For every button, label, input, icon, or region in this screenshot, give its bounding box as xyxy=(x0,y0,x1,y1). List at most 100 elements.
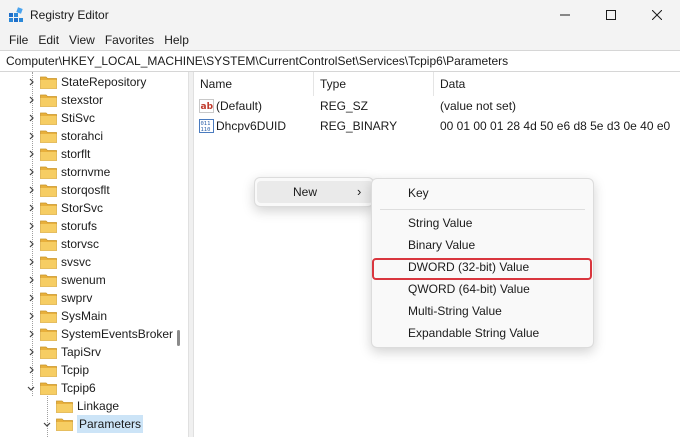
submenu-qword-value[interactable]: QWORD (64-bit) Value xyxy=(408,278,530,300)
submenu-key[interactable]: Key xyxy=(408,182,429,204)
tree-item-swenum[interactable]: swenum xyxy=(26,271,106,289)
value-row[interactable]: 011 110 Dhcpv6DUID REG_BINARY 00 01 00 0… xyxy=(194,116,680,136)
value-row[interactable]: ab (Default) REG_SZ (value not set) xyxy=(194,96,680,116)
tree-item-tcpip[interactable]: Tcpip xyxy=(26,361,89,379)
tree-item-systemeventsbroker[interactable]: SystemEventsBroker xyxy=(26,325,173,343)
submenu-multi-string-value[interactable]: Multi-String Value xyxy=(408,300,502,322)
tree-expander[interactable] xyxy=(26,145,36,163)
chevron-right-icon: › xyxy=(357,184,362,199)
value-name: (Default) xyxy=(216,99,263,113)
string-value-icon: ab xyxy=(199,99,214,113)
tree-expander[interactable] xyxy=(26,379,36,397)
tree-item-storflt[interactable]: storflt xyxy=(26,145,90,163)
tree-item-stornvme[interactable]: stornvme xyxy=(26,163,110,181)
column-header-type[interactable]: Type xyxy=(314,72,434,96)
context-menu: New › xyxy=(254,177,374,207)
tree-expander[interactable] xyxy=(26,181,36,199)
tree-expander[interactable] xyxy=(26,361,36,379)
tree-expander[interactable] xyxy=(26,289,36,307)
tree-item-label: Tcpip xyxy=(61,363,90,377)
chevron-right-icon xyxy=(29,186,34,194)
menu-file[interactable]: File xyxy=(4,30,33,50)
tree-expander[interactable] xyxy=(26,109,36,127)
tree-item-label: Linkage xyxy=(77,399,120,413)
chevron-right-icon xyxy=(29,348,34,356)
tree-item-linkage[interactable]: Linkage xyxy=(42,397,119,415)
maximize-button[interactable] xyxy=(588,0,634,30)
tree-item-label: StorSvc xyxy=(61,201,104,215)
tree-item-tcpip6[interactable]: Tcpip6 xyxy=(26,379,96,397)
tree-expander[interactable] xyxy=(26,253,36,271)
tree-item-sysmain[interactable]: SysMain xyxy=(26,307,107,325)
tree-expander[interactable] xyxy=(26,343,36,361)
chevron-right-icon xyxy=(29,78,34,86)
tree-item-label: swenum xyxy=(61,273,106,287)
close-button[interactable] xyxy=(634,0,680,30)
key-tree[interactable]: StateRepository stexstor StiSvc storahci sto… xyxy=(0,72,188,437)
tree-expander[interactable] xyxy=(26,307,36,325)
folder-icon xyxy=(40,112,57,125)
tree-item-label: svsvc xyxy=(61,255,91,269)
column-header-name[interactable]: Name xyxy=(194,72,314,96)
tree-item-stexstor[interactable]: stexstor xyxy=(26,91,103,109)
tree-item-storahci[interactable]: storahci xyxy=(26,127,103,145)
tree-expander[interactable] xyxy=(26,325,36,343)
folder-icon xyxy=(40,292,57,305)
tree-item-storvsc[interactable]: storvsc xyxy=(26,235,99,253)
column-header-data[interactable]: Data xyxy=(434,72,680,96)
menu-favorites[interactable]: Favorites xyxy=(100,30,159,50)
folder-icon xyxy=(40,184,57,197)
tree-scrollbar-thumb[interactable] xyxy=(177,330,180,346)
binary-value-icon: 011 110 xyxy=(199,119,214,133)
folder-icon xyxy=(40,238,57,251)
folder-icon xyxy=(40,274,57,287)
tree-item-swprv[interactable]: swprv xyxy=(26,289,92,307)
value-type: REG_SZ xyxy=(320,99,369,113)
context-menu-new[interactable]: New › xyxy=(257,181,373,203)
tree-expander[interactable] xyxy=(26,271,36,289)
tree-expander[interactable] xyxy=(42,415,52,433)
submenu-expandable-string-value[interactable]: Expandable String Value xyxy=(408,322,539,344)
tree-expander[interactable] xyxy=(26,91,36,109)
window-title: Registry Editor xyxy=(30,8,109,22)
chevron-down-icon xyxy=(27,386,35,391)
tree-item-svsvc[interactable]: svsvc xyxy=(26,253,91,271)
tree-item-label: swprv xyxy=(61,291,93,305)
address-path[interactable]: Computer\HKEY_LOCAL_MACHINE\SYSTEM\Curre… xyxy=(6,54,508,68)
tree-item-label: Tcpip6 xyxy=(61,381,96,395)
tree-expander[interactable] xyxy=(26,73,36,91)
tree-item-storsvc[interactable]: StorSvc xyxy=(26,199,103,217)
tree-item-tapisrv[interactable]: TapiSrv xyxy=(26,343,101,361)
chevron-right-icon xyxy=(29,168,34,176)
menu-view[interactable]: View xyxy=(64,30,100,50)
tree-item-staterepository[interactable]: StateRepository xyxy=(26,73,146,91)
tree-item-label: storufs xyxy=(61,219,98,233)
submenu-string-value[interactable]: String Value xyxy=(408,212,472,234)
chevron-right-icon xyxy=(29,204,34,212)
chevron-right-icon xyxy=(29,222,34,230)
minimize-icon xyxy=(560,14,570,16)
menu-edit[interactable]: Edit xyxy=(33,30,64,50)
tree-expander[interactable] xyxy=(26,163,36,181)
tree-item-stisvc[interactable]: StiSvc xyxy=(26,109,95,127)
maximize-icon xyxy=(606,10,616,20)
folder-icon xyxy=(40,328,57,341)
tree-expander[interactable] xyxy=(26,235,36,253)
submenu-binary-value[interactable]: Binary Value xyxy=(408,234,475,256)
close-icon xyxy=(652,10,662,20)
tree-item-label: Parameters xyxy=(77,415,144,433)
chevron-down-icon xyxy=(43,422,51,427)
menu-help[interactable]: Help xyxy=(159,30,194,50)
minimize-button[interactable] xyxy=(542,0,588,30)
title-bar: Registry Editor xyxy=(0,0,680,30)
tree-expander[interactable] xyxy=(26,199,36,217)
folder-icon xyxy=(40,346,57,359)
folder-icon xyxy=(40,202,57,215)
folder-icon xyxy=(40,256,57,269)
address-bar[interactable]: Computer\HKEY_LOCAL_MACHINE\SYSTEM\Curre… xyxy=(0,50,680,72)
tree-expander[interactable] xyxy=(26,127,36,145)
tree-item-storufs[interactable]: storufs xyxy=(26,217,97,235)
tree-item-storqosflt[interactable]: storqosflt xyxy=(26,181,110,199)
tree-expander[interactable] xyxy=(26,217,36,235)
tree-item-parameters[interactable]: Parameters xyxy=(42,415,144,433)
